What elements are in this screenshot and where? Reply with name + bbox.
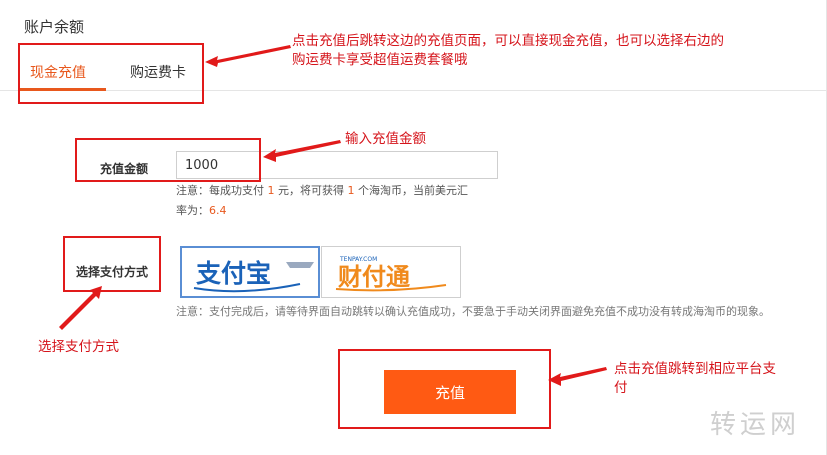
annotation-payment-note: 选择支付方式 <box>38 339 119 355</box>
arrow-submit-icon <box>548 367 607 386</box>
annotation-tabs-line2: 购运费卡享受超值运费套餐哦 <box>292 52 468 68</box>
annotation-amount-note: 输入充值金额 <box>345 131 426 147</box>
annotation-submit-line2: 付 <box>614 380 628 396</box>
annotation-submit-note: 点击充值跳转到相应平台支 付 <box>614 360 776 398</box>
arrow-payment-icon <box>59 286 102 330</box>
arrow-amount-icon <box>263 140 341 162</box>
annotation-submit-line1: 点击充值跳转到相应平台支 <box>614 361 776 377</box>
watermark-text: 转运网 <box>710 410 801 440</box>
annotation-tabs-line1: 点击充值后跳转这边的充值页面，可以直接现金充值，也可以选择右边的 <box>292 33 724 49</box>
arrow-tabs-icon <box>205 45 291 67</box>
annotation-tabs-note: 点击充值后跳转这边的充值页面，可以直接现金充值，也可以选择右边的 购运费卡享受超… <box>292 32 724 70</box>
